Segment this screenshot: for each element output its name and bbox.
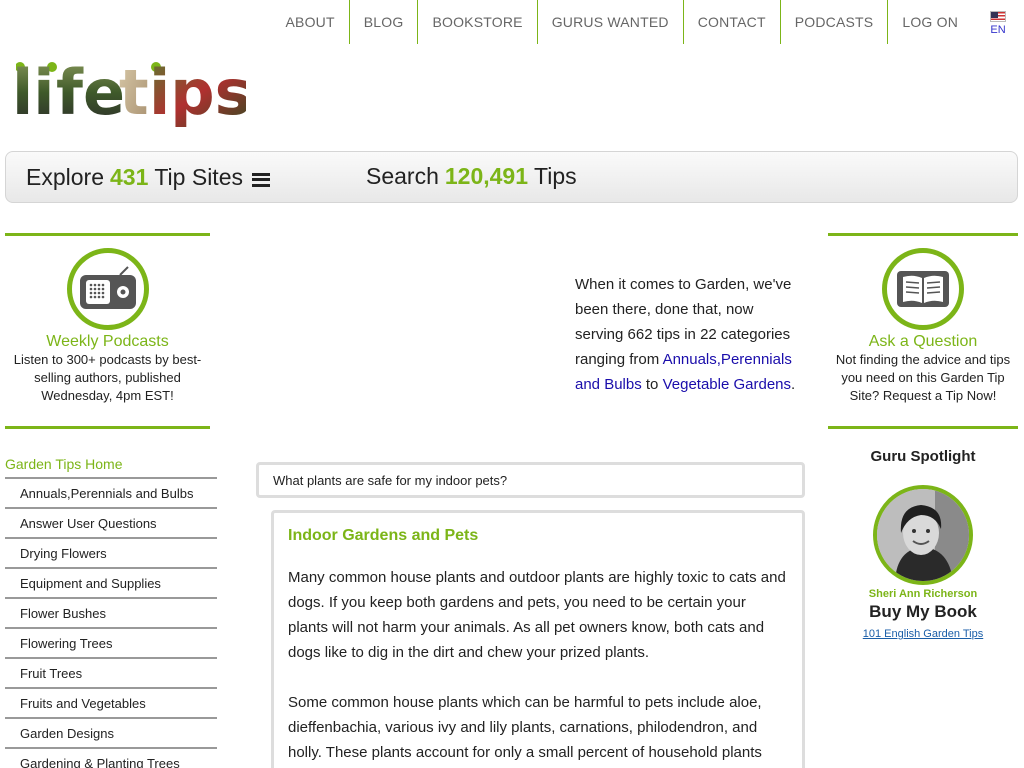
site-intro: When it comes to Garden, we've been ther… — [575, 272, 800, 397]
sidebar-item[interactable]: Answer User Questions — [5, 509, 217, 539]
book-link[interactable]: 101 English Garden Tips — [828, 628, 1018, 640]
intro-end: . — [791, 376, 796, 393]
nav-log-on[interactable]: LOG ON — [888, 0, 972, 44]
ask-title[interactable]: Ask a Question — [828, 333, 1018, 351]
tip-card: Indoor Gardens and Pets Many common hous… — [271, 510, 805, 768]
lifetips-logo[interactable]: li fe t ips — [16, 56, 246, 132]
search-count: 120,491 — [444, 163, 529, 189]
sidebar-item[interactable]: Fruits and Vegetables — [5, 689, 217, 719]
tip-paragraph: Some common house plants which can be ha… — [288, 694, 762, 761]
nav-gurus-wanted[interactable]: GURUS WANTED — [538, 0, 684, 44]
ask-question-promo[interactable]: Ask a Question Not finding the advice an… — [828, 233, 1018, 429]
nav-about[interactable]: ABOUT — [272, 0, 350, 44]
explore-prefix: Explore — [26, 164, 104, 190]
intro-link-vegetable[interactable]: Vegetable Gardens — [663, 376, 791, 393]
search-prefix: Search — [366, 163, 439, 189]
sidebar-item[interactable]: Flower Bushes — [5, 599, 217, 629]
guru-spotlight: Guru Spotlight Sheri Ann Richerson Buy M… — [828, 448, 1018, 640]
explore-suffix: Tip Sites — [154, 164, 243, 190]
top-nav: ABOUT BLOG BOOKSTORE GURUS WANTED CONTAC… — [272, 0, 1024, 44]
sidebar-item[interactable]: Fruit Trees — [5, 659, 217, 689]
question-box: What plants are safe for my indoor pets? — [256, 462, 805, 498]
search-suffix: Tips — [534, 163, 577, 189]
search-tips[interactable]: Search 120,491 Tips — [366, 163, 577, 190]
nav-bookstore[interactable]: BOOKSTORE — [418, 0, 538, 44]
sidebar-item[interactable]: Flowering Trees — [5, 629, 217, 659]
intro-to: to — [645, 376, 659, 393]
buy-my-book-heading: Buy My Book — [869, 602, 977, 621]
nav-blog[interactable]: BLOG — [350, 0, 419, 44]
language-selector[interactable]: EN — [972, 0, 1024, 44]
explore-count: 431 — [109, 164, 149, 190]
explore-tip-sites[interactable]: Explore 431 Tip Sites — [26, 164, 270, 191]
guru-spotlight-heading: Guru Spotlight — [870, 448, 976, 465]
sidebar-item[interactable]: Garden Designs — [5, 719, 217, 749]
svg-text:li: li — [16, 56, 55, 129]
ask-desc: Not finding the advice and tips you need… — [835, 352, 1011, 403]
us-flag-icon — [990, 10, 1006, 22]
svg-text:ips: ips — [149, 56, 246, 129]
podcasts-title[interactable]: Weekly Podcasts — [5, 333, 210, 351]
garden-tips-home-link[interactable]: Garden Tips Home — [5, 451, 217, 479]
sidebar-item[interactable]: Drying Flowers — [5, 539, 217, 569]
guru-avatar[interactable] — [873, 485, 973, 585]
svg-text:t: t — [119, 56, 149, 129]
sidebar-item[interactable]: Annuals,Perennials and Bulbs — [5, 479, 217, 509]
sidebar-item[interactable]: Gardening & Planting Trees — [5, 749, 217, 768]
explore-search-bar: Explore 431 Tip Sites Search 120,491 Tips — [5, 151, 1018, 203]
radio-icon — [66, 248, 149, 330]
guru-name[interactable]: Sheri Ann Richerson — [828, 588, 1018, 600]
category-sidebar: Garden Tips Home Annuals,Perennials and … — [5, 451, 217, 768]
svg-text:fe: fe — [56, 56, 125, 129]
nav-podcasts[interactable]: PODCASTS — [781, 0, 889, 44]
tip-title: Indoor Gardens and Pets — [288, 527, 479, 544]
podcasts-promo[interactable]: Weekly Podcasts Listen to 300+ podcasts … — [5, 233, 210, 429]
sidebar-item[interactable]: Equipment and Supplies — [5, 569, 217, 599]
open-book-icon — [882, 248, 964, 330]
podcasts-desc: Listen to 300+ podcasts by best-selling … — [13, 352, 202, 403]
menu-icon[interactable] — [251, 172, 270, 187]
nav-contact[interactable]: CONTACT — [684, 0, 781, 44]
language-label: EN — [990, 23, 1006, 36]
tip-paragraph: Many common house plants and outdoor pla… — [288, 569, 786, 661]
